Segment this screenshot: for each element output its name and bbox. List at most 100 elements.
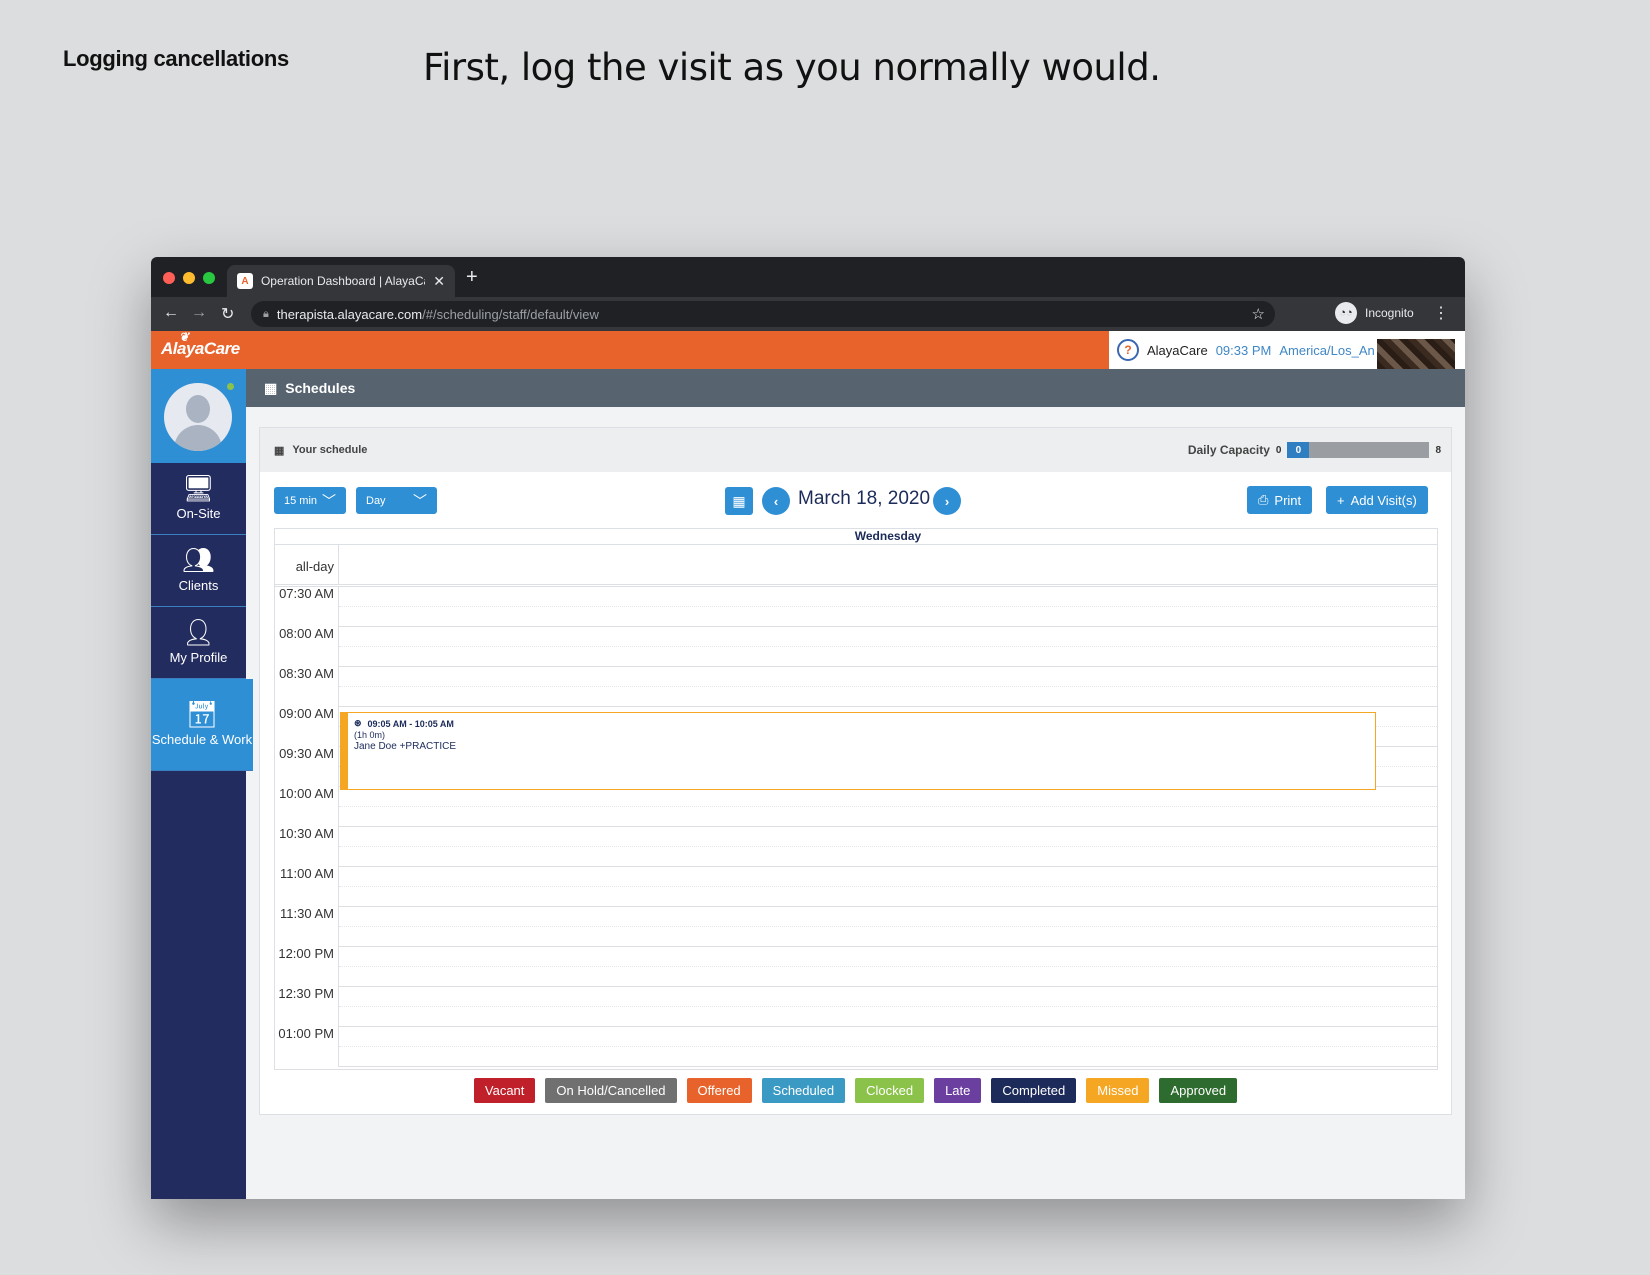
time-slot-row[interactable]: 11:00 AM bbox=[275, 867, 1437, 887]
org-name: AlayaCare bbox=[1147, 342, 1208, 358]
url-path: /#/scheduling/staff/default/view bbox=[422, 306, 599, 322]
tab-strip: A Operation Dashboard | AlayaCare ✕ + bbox=[151, 257, 1465, 297]
time-slot-row[interactable] bbox=[275, 927, 1437, 947]
time-slot-row[interactable]: 08:30 AM bbox=[275, 667, 1437, 687]
time-slot-row[interactable] bbox=[275, 647, 1437, 667]
calendar-icon: 📅︎ bbox=[185, 699, 219, 730]
page-header: ▦ Schedules bbox=[246, 369, 1465, 407]
legend-completed: Completed bbox=[991, 1078, 1077, 1103]
forward-icon[interactable]: → bbox=[191, 304, 207, 322]
visit-event[interactable]: ⊛ 09:05 AM - 10:05 AM (1h 0m) Jane Doe +… bbox=[340, 712, 1376, 790]
date-picker-button[interactable]: ▦ bbox=[725, 487, 753, 515]
plus-icon: + bbox=[1337, 492, 1345, 508]
new-tab-icon[interactable]: + bbox=[466, 266, 478, 289]
capacity-bar: 0 bbox=[1287, 442, 1430, 458]
time-slot-row[interactable]: 12:00 PM bbox=[275, 947, 1437, 967]
time-slot-row[interactable] bbox=[275, 847, 1437, 867]
incognito-indicator[interactable]: ◔◔ Incognito bbox=[1335, 302, 1414, 324]
next-day-button[interactable]: › bbox=[933, 487, 961, 515]
time-slot-row[interactable] bbox=[275, 967, 1437, 987]
time-slots[interactable]: 07:30 AM 08:00 AM 08:30 AM 09:00 AM 09:30 AM… bbox=[275, 587, 1437, 1067]
sidebar-item-label: My Profile bbox=[169, 650, 228, 666]
browser-tab[interactable]: A Operation Dashboard | AlayaCare ✕ bbox=[227, 265, 455, 297]
capacity-fill: 0 bbox=[1287, 442, 1310, 458]
app-header: ❦ AlayaCare ? AlayaCare 09:33 PM America… bbox=[151, 330, 1465, 387]
current-date: March 18, 2020 bbox=[798, 488, 931, 509]
close-tab-icon[interactable]: ✕ bbox=[433, 273, 445, 290]
bookmark-star-icon[interactable]: ☆ bbox=[1252, 305, 1265, 323]
sidebar-item-label: On-Site bbox=[176, 506, 221, 522]
legend-vacant: Vacant bbox=[473, 1078, 536, 1103]
tab-title: Operation Dashboard | AlayaCare bbox=[260, 274, 426, 288]
event-title: Jane Doe +PRACTICE bbox=[354, 741, 456, 752]
address-bar[interactable]: 🔒︎ therapista.alayacare.com /#/schedulin… bbox=[251, 301, 1275, 327]
time-label: 08:30 AM bbox=[275, 667, 339, 687]
alayacare-logo[interactable]: ❦ AlayaCare bbox=[161, 330, 240, 359]
chevron-down-icon: ﹀ bbox=[322, 493, 336, 509]
time-label: 07:30 AM bbox=[275, 587, 339, 607]
url-host: therapista.alayacare.com bbox=[276, 306, 423, 322]
time-label: 12:00 PM bbox=[275, 947, 339, 967]
reload-icon[interactable]: ↻ bbox=[221, 304, 234, 324]
time-label: 08:00 AM bbox=[275, 627, 339, 647]
schedule-small-icon: ▦ bbox=[274, 444, 285, 457]
daily-capacity: Daily Capacity 0 0 8 bbox=[1188, 442, 1441, 458]
legend-late: Late bbox=[934, 1078, 982, 1103]
close-window-button[interactable] bbox=[163, 272, 175, 284]
sidebar-item-schedule-work[interactable]: 📅︎ Schedule & Work bbox=[151, 679, 253, 771]
window-controls bbox=[163, 272, 215, 284]
time-label: 11:00 AM bbox=[275, 867, 339, 887]
time-slot-row[interactable] bbox=[275, 1007, 1437, 1027]
time-slot-row[interactable]: 12:30 PM bbox=[275, 987, 1437, 1007]
panel-title: Your schedule bbox=[292, 444, 368, 456]
maximize-window-button[interactable] bbox=[203, 272, 215, 284]
status-legend: Vacant On Hold/Cancelled Offered Scheduled C… bbox=[260, 1078, 1451, 1103]
minimize-window-button[interactable] bbox=[183, 272, 195, 284]
day-calendar: Wednesday all-day 07:30 AM 08:00 AM 08:30 … bbox=[274, 528, 1438, 1070]
time-slot-row[interactable]: 08:00 AM bbox=[275, 627, 1437, 647]
back-icon[interactable]: ← bbox=[163, 304, 179, 322]
sidebar-profile[interactable] bbox=[151, 369, 246, 463]
time-slot-row[interactable]: 11:30 AM bbox=[275, 907, 1437, 927]
help-icon[interactable]: ? bbox=[1117, 339, 1139, 361]
time-slot-row[interactable]: 10:00 AM bbox=[275, 787, 1437, 807]
time-label: 09:00 AM bbox=[275, 707, 339, 727]
slide-caption: First, log the visit as you normally wou… bbox=[423, 46, 1161, 89]
time-slot-row[interactable] bbox=[275, 807, 1437, 827]
time-slot-row[interactable] bbox=[275, 1047, 1437, 1067]
sidebar-item-clients[interactable]: 👥︎ Clients bbox=[151, 535, 246, 607]
profile-icon: 👤︎ bbox=[181, 617, 215, 648]
add-visit-label: Add Visit(s) bbox=[1350, 492, 1417, 508]
panel-header: ▦ Your schedule Daily Capacity 0 0 8 bbox=[260, 428, 1451, 472]
all-day-label: all-day bbox=[275, 545, 339, 584]
browser-menu-icon[interactable]: ⋮ bbox=[1433, 303, 1449, 323]
sidebar-item-my-profile[interactable]: 👤︎ My Profile bbox=[151, 607, 246, 679]
previous-day-button[interactable]: ‹ bbox=[762, 487, 790, 515]
schedule-controls: 15 min ﹀ Day ﹀ ▦ ‹ March 18, 2020 › ⎙ Pr… bbox=[260, 472, 1451, 528]
time-slot-row[interactable]: 01:00 PM bbox=[275, 1027, 1437, 1047]
time-slot-row[interactable] bbox=[275, 887, 1437, 907]
legend-missed: Missed bbox=[1086, 1078, 1150, 1103]
add-visit-button[interactable]: + Add Visit(s) bbox=[1326, 486, 1428, 514]
print-button[interactable]: ⎙ Print bbox=[1247, 486, 1313, 514]
browser-toolbar: ← → ↻ 🔒︎ therapista.alayacare.com /#/sch… bbox=[151, 297, 1465, 331]
legend-approved: Approved bbox=[1159, 1078, 1238, 1103]
printer-icon: ⎙ bbox=[1258, 492, 1269, 507]
time-slot-row[interactable]: 10:30 AM bbox=[275, 827, 1437, 847]
all-day-row[interactable]: all-day bbox=[275, 545, 1437, 587]
time-slot-row[interactable] bbox=[275, 607, 1437, 627]
time-slot-row[interactable] bbox=[275, 687, 1437, 707]
interval-select[interactable]: 15 min ﹀ bbox=[274, 487, 346, 514]
legend-offered: Offered bbox=[686, 1078, 752, 1103]
time-label: 12:30 PM bbox=[275, 987, 339, 1007]
time-label: 11:30 AM bbox=[275, 907, 339, 927]
header-user-area: ? AlayaCare 09:33 PM America/Los_Angeles bbox=[1109, 331, 1465, 387]
legend-on-hold-cancelled: On Hold/Cancelled bbox=[545, 1078, 677, 1103]
capacity-min: 0 bbox=[1275, 444, 1282, 456]
sidebar-item-on-site[interactable]: 🖥︎ On-Site bbox=[151, 463, 246, 535]
lock-icon: 🔒︎ bbox=[263, 307, 269, 320]
legend-scheduled: Scheduled bbox=[761, 1078, 846, 1103]
time-slot-row[interactable]: 07:30 AM bbox=[275, 587, 1437, 607]
view-select[interactable]: Day ﹀ bbox=[356, 487, 437, 514]
clock-icon: ⊛ bbox=[354, 718, 362, 728]
